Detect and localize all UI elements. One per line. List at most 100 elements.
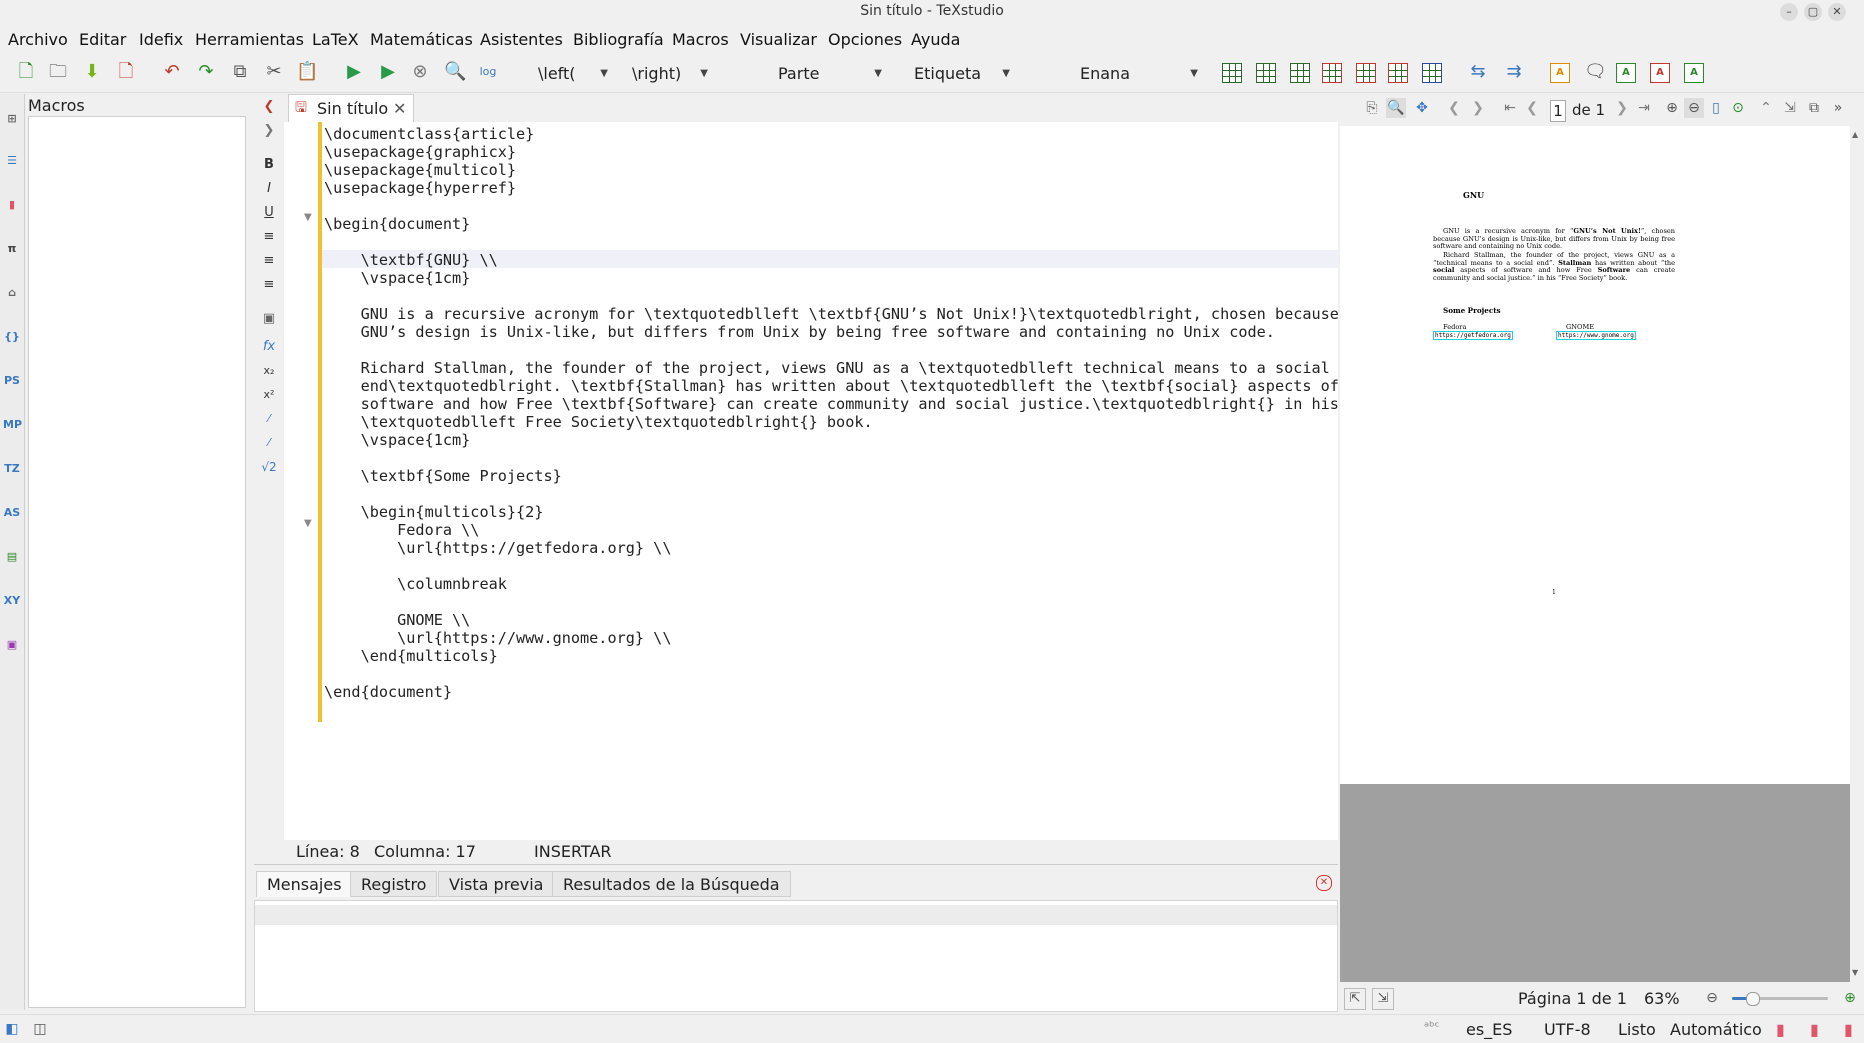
redo-icon[interactable]: ↷: [196, 62, 216, 82]
first-page-icon[interactable]: ⇤: [1500, 98, 1520, 118]
remove-row-icon[interactable]: [1322, 63, 1342, 83]
compile-mode[interactable]: Automático: [1670, 1020, 1762, 1039]
zoom-in-icon[interactable]: ⊕: [1840, 988, 1860, 1008]
font-size-combo[interactable]: Enana ▼: [1080, 62, 1198, 86]
tab-mensajes[interactable]: Mensajes: [256, 871, 353, 897]
code-line[interactable]: [324, 485, 1334, 503]
chevron-right-icon[interactable]: ❯: [260, 122, 278, 140]
table-icon[interactable]: [1222, 63, 1242, 83]
code-line[interactable]: GNOME \\: [324, 611, 1334, 629]
tab-resultados-busqueda[interactable]: Resultados de la Búsqueda: [552, 871, 791, 897]
overflow-icon[interactable]: »: [1828, 98, 1848, 118]
remove-cell-icon[interactable]: [1388, 63, 1408, 83]
sqrt-icon[interactable]: √2: [260, 458, 278, 476]
zoom-out-icon[interactable]: ⊖: [1702, 988, 1722, 1008]
menu-opciones[interactable]: Opciones: [828, 30, 902, 49]
next-page-icon[interactable]: ❯: [1612, 98, 1632, 118]
toc-icon[interactable]: ☰: [3, 152, 21, 170]
menu-matematicas[interactable]: Matemáticas: [370, 30, 473, 49]
fold-marker-icon[interactable]: ▼: [304, 212, 312, 223]
encoding-indicator[interactable]: UTF-8: [1544, 1020, 1591, 1039]
compile-icon[interactable]: ▶: [378, 62, 398, 82]
close-file-icon[interactable]: 🗋: [116, 62, 136, 82]
xymatrix-icon[interactable]: XY: [3, 592, 21, 610]
previous-page-icon[interactable]: ❮: [1522, 98, 1542, 118]
align-center-icon[interactable]: ≡: [260, 252, 278, 270]
copy-icon[interactable]: ⧉: [230, 62, 250, 82]
newline-icon[interactable]: ▣: [260, 310, 278, 328]
braces-icon[interactable]: {}: [3, 328, 21, 346]
embed-icon[interactable]: ⇲: [1780, 98, 1800, 118]
sync-forward-icon[interactable]: ⇱: [1344, 988, 1366, 1010]
view-pdf-icon[interactable]: 🔍: [444, 62, 466, 82]
code-line[interactable]: \usepackage{multicol}: [324, 161, 1334, 179]
bookmark-icon[interactable]: ▮: [1844, 1020, 1853, 1039]
code-line[interactable]: Fedora \\: [324, 521, 1334, 539]
bold-icon[interactable]: B: [260, 156, 278, 174]
code-line[interactable]: Richard Stallman, the founder of the pro…: [324, 359, 1334, 377]
maximize-button[interactable]: ▢: [1804, 3, 1822, 21]
align-left-icon[interactable]: ≡: [260, 228, 278, 246]
code-line[interactable]: \usepackage{hyperref}: [324, 179, 1334, 197]
subscript-icon[interactable]: x₂: [260, 362, 278, 380]
symbols-icon[interactable]: ⌂: [3, 284, 21, 302]
code-line[interactable]: \vspace{1cm}: [324, 269, 1334, 287]
menu-asistentes[interactable]: Asistentes: [480, 30, 563, 49]
code-line[interactable]: \documentclass{article}: [324, 125, 1334, 143]
code-text[interactable]: \documentclass{article} \usepackage{graph…: [324, 125, 1339, 701]
beamer-icon[interactable]: ▤: [3, 548, 21, 566]
scroll-up-icon[interactable]: ▲: [1852, 130, 1858, 139]
scroll-down-icon[interactable]: ▼: [1852, 968, 1858, 977]
zoom-check-icon[interactable]: ⊙: [1728, 98, 1748, 118]
toggle-messages-icon[interactable]: ◫: [30, 1019, 50, 1039]
menu-bibliografia[interactable]: Bibliografía: [573, 30, 664, 49]
left-delimiter-combo[interactable]: \left(▼: [538, 62, 608, 86]
undo-icon[interactable]: ↶: [162, 62, 182, 82]
tab-registro[interactable]: Registro: [350, 871, 438, 897]
pdf-link-fedora[interactable]: https://getfedora.org: [1433, 331, 1513, 340]
pstricks-icon[interactable]: PS: [3, 372, 21, 390]
code-line[interactable]: \vspace{1cm}: [324, 431, 1334, 449]
pdf-scrollbar[interactable]: ▲ ▼: [1850, 126, 1864, 982]
pan-icon[interactable]: ✥: [1412, 98, 1432, 118]
cut-icon[interactable]: ✂: [264, 62, 284, 82]
code-line[interactable]: [324, 233, 1334, 251]
code-line[interactable]: end\textquotedblright. \textbf{Stallman}…: [324, 377, 1339, 395]
close-tab-icon[interactable]: ✕: [393, 95, 406, 122]
insert-image-icon[interactable]: ⇆: [1468, 62, 1488, 82]
new-file-icon[interactable]: 🗋: [16, 62, 36, 82]
code-line[interactable]: GNU is a recursive acronym for \textquot…: [324, 305, 1339, 323]
build-view-icon[interactable]: ▶: [344, 62, 364, 82]
align-table-icon[interactable]: [1422, 63, 1442, 83]
bookmark-icon[interactable]: ▮: [1810, 1020, 1819, 1039]
pdf-viewer[interactable]: GNU GNU is a recursive acronym for “GNU’…: [1340, 126, 1850, 982]
chevron-left-icon[interactable]: ❮: [260, 98, 278, 116]
spellcheck-icon[interactable]: ᵃᵇᶜ: [1424, 1020, 1439, 1035]
right-delimiter-combo[interactable]: \right) ▼: [632, 62, 708, 86]
document-green-icon[interactable]: A: [1616, 63, 1636, 83]
code-line[interactable]: \url{https://getfedora.org} \\: [324, 539, 1334, 557]
remove-column-icon[interactable]: [1356, 63, 1376, 83]
code-line[interactable]: [324, 593, 1334, 611]
open-file-icon[interactable]: 🗀: [48, 62, 68, 82]
pi-icon[interactable]: π: [3, 240, 21, 258]
paste-icon[interactable]: 📋: [296, 62, 318, 82]
code-line[interactable]: [324, 665, 1334, 683]
menu-idefix[interactable]: Idefix: [139, 30, 183, 49]
code-line[interactable]: [324, 557, 1334, 575]
language-indicator[interactable]: es_ES: [1466, 1020, 1512, 1039]
code-line[interactable]: \url{https://www.gnome.org} \\: [324, 629, 1334, 647]
menu-archivo[interactable]: Archivo: [8, 30, 68, 49]
tab-vista-previa[interactable]: Vista previa: [438, 871, 555, 897]
code-editor[interactable]: ▼ ▼ \documentclass{article} \usepackage{g…: [284, 122, 1339, 840]
code-line[interactable]: \end{multicols}: [324, 647, 1334, 665]
sync-back-icon[interactable]: ⇲: [1372, 988, 1394, 1010]
code-line[interactable]: \textbf{Some Projects}: [324, 467, 1334, 485]
window-icon[interactable]: ⧉: [1804, 98, 1824, 118]
code-line[interactable]: \begin{document}: [324, 215, 1334, 233]
forward-icon[interactable]: ❯: [1468, 98, 1488, 118]
fit-page-icon[interactable]: ▯: [1706, 98, 1726, 118]
chevron-up-icon[interactable]: ⌃: [1756, 98, 1776, 118]
superscript-icon[interactable]: x²: [260, 386, 278, 404]
code-line[interactable]: \columnbreak: [324, 575, 1334, 593]
